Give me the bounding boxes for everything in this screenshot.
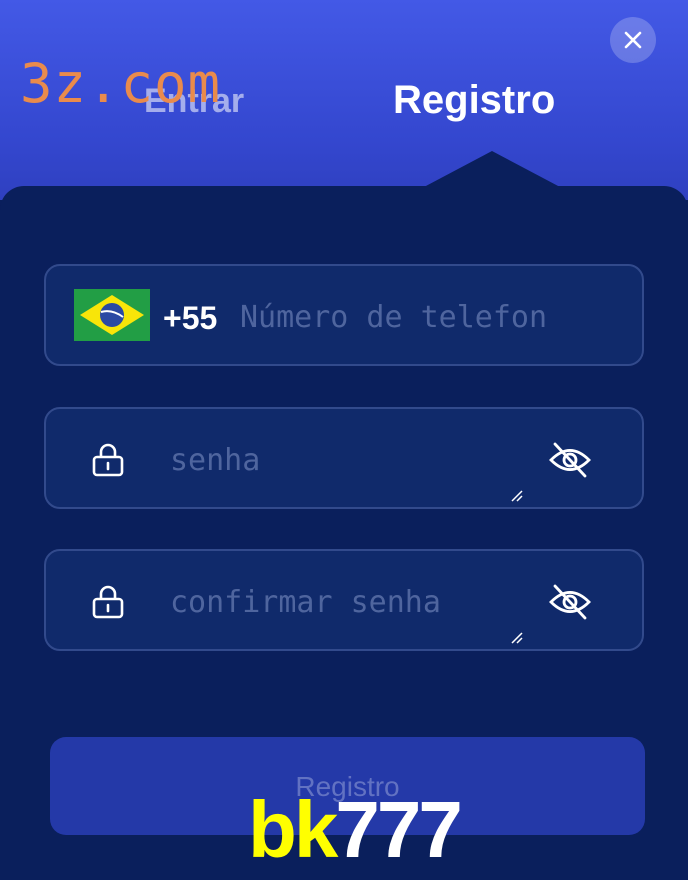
phone-input[interactable]: Número de telefon [240, 300, 547, 335]
close-button[interactable] [610, 17, 656, 63]
eye-off-icon[interactable] [548, 583, 592, 621]
tab-register[interactable]: Registro [393, 78, 555, 123]
brazil-flag-icon [74, 289, 150, 341]
password-input[interactable]: senha [170, 443, 260, 478]
country-code[interactable]: +55 [163, 300, 217, 337]
resize-handle-icon[interactable] [510, 631, 524, 645]
brand-logo-part1: bk [248, 785, 338, 874]
active-tab-indicator [424, 151, 560, 187]
resize-handle-icon[interactable] [510, 489, 524, 503]
phone-field[interactable]: +55 Número de telefon [44, 264, 644, 366]
password-field[interactable]: senha [44, 407, 644, 509]
lock-icon [92, 443, 124, 477]
watermark: 3z.com [20, 52, 222, 115]
brand-logo: bk777 [248, 784, 463, 876]
confirm-password-field[interactable]: confirmar senha [44, 549, 644, 651]
brand-logo-part2: 777 [335, 785, 462, 874]
eye-off-icon[interactable] [548, 441, 592, 479]
close-icon [624, 31, 642, 49]
lock-icon [92, 585, 124, 619]
confirm-password-input[interactable]: confirmar senha [170, 585, 441, 620]
